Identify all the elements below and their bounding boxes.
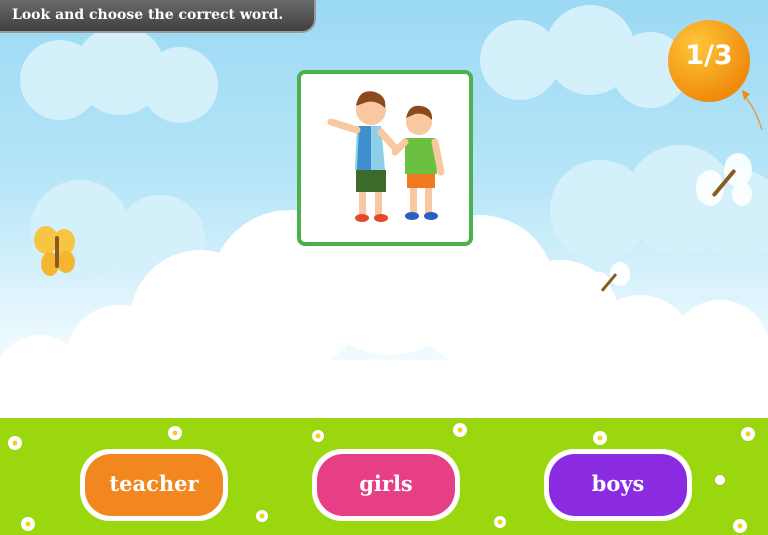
choice-button-girls[interactable]: girls bbox=[308, 445, 464, 525]
progress-counter: 1/3 bbox=[685, 40, 733, 71]
butterfly-icon bbox=[696, 153, 752, 206]
two-boys-illustration-icon bbox=[327, 91, 445, 222]
butterfly-icon bbox=[590, 262, 630, 296]
choice-button-teacher[interactable]: teacher bbox=[76, 445, 232, 525]
choice-label: girls bbox=[359, 471, 413, 496]
balloon-icon bbox=[668, 20, 763, 130]
butterfly-icon bbox=[34, 226, 75, 276]
picture-card bbox=[297, 70, 473, 246]
instruction-text: Look and choose the correct word. bbox=[12, 7, 284, 23]
instruction-banner: Look and choose the correct word. bbox=[0, 0, 316, 33]
game-stage: Look and choose the correct word. 1/3 te… bbox=[0, 0, 768, 535]
choice-label: teacher bbox=[109, 471, 199, 496]
choice-button-boys[interactable]: boys bbox=[540, 445, 696, 525]
choice-label: boys bbox=[591, 471, 645, 496]
